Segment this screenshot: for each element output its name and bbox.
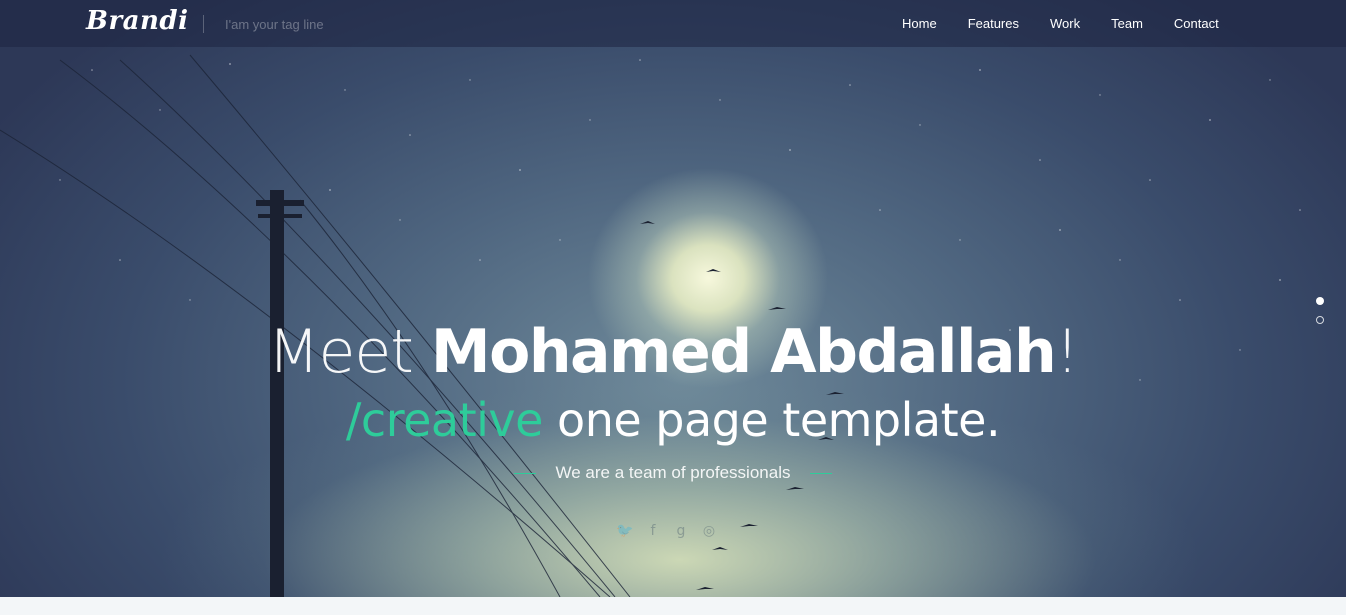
nav-work-link[interactable]: Work [1050,16,1080,31]
nav-team-link[interactable]: Team [1111,16,1143,31]
headline-prefix: Meet [267,317,431,387]
nav-features-link[interactable]: Features [968,16,1019,31]
logo-divider [203,15,204,33]
next-section-strip [0,597,1346,615]
facebook-icon[interactable]: f [645,523,661,539]
dribbble-icon[interactable]: ◎ [701,523,717,539]
subline-accent: /creative [345,393,544,447]
left-accent-dash [513,473,536,475]
team-tagline: We are a team of professionals [0,463,1346,483]
hero-headline: Meet Mohamed Abdallah! [0,312,1346,392]
brand-logo[interactable]: Brandi [86,6,188,36]
nav-contact-link[interactable]: Contact [1174,16,1219,31]
google-plus-icon[interactable]: g [673,523,689,539]
tagline: I'am your tag line [225,17,324,32]
slide-dot-2[interactable] [1316,316,1324,324]
slide-dot-1[interactable] [1316,297,1324,305]
team-text: We are a team of professionals [555,463,791,482]
hero-section: Brandi I'am your tag line Home Features … [0,0,1346,597]
headline-suffix: ! [1055,317,1079,387]
nav-home-link[interactable]: Home [902,16,937,31]
slide-pagination [1316,297,1324,335]
right-accent-dash [810,473,833,475]
top-navigation-bar: Brandi I'am your tag line Home Features … [0,0,1346,47]
twitter-icon[interactable]: 🐦 [616,523,633,539]
main-nav: Home Features Work Team Contact [902,16,1219,31]
hero-background-illustration [0,54,1301,597]
social-links: 🐦 f g ◎ [616,523,717,539]
headline-name: Mohamed Abdallah [430,317,1057,387]
hero-subline: /creative one page template. [0,390,1346,450]
subline-rest: one page template. [542,393,1001,447]
